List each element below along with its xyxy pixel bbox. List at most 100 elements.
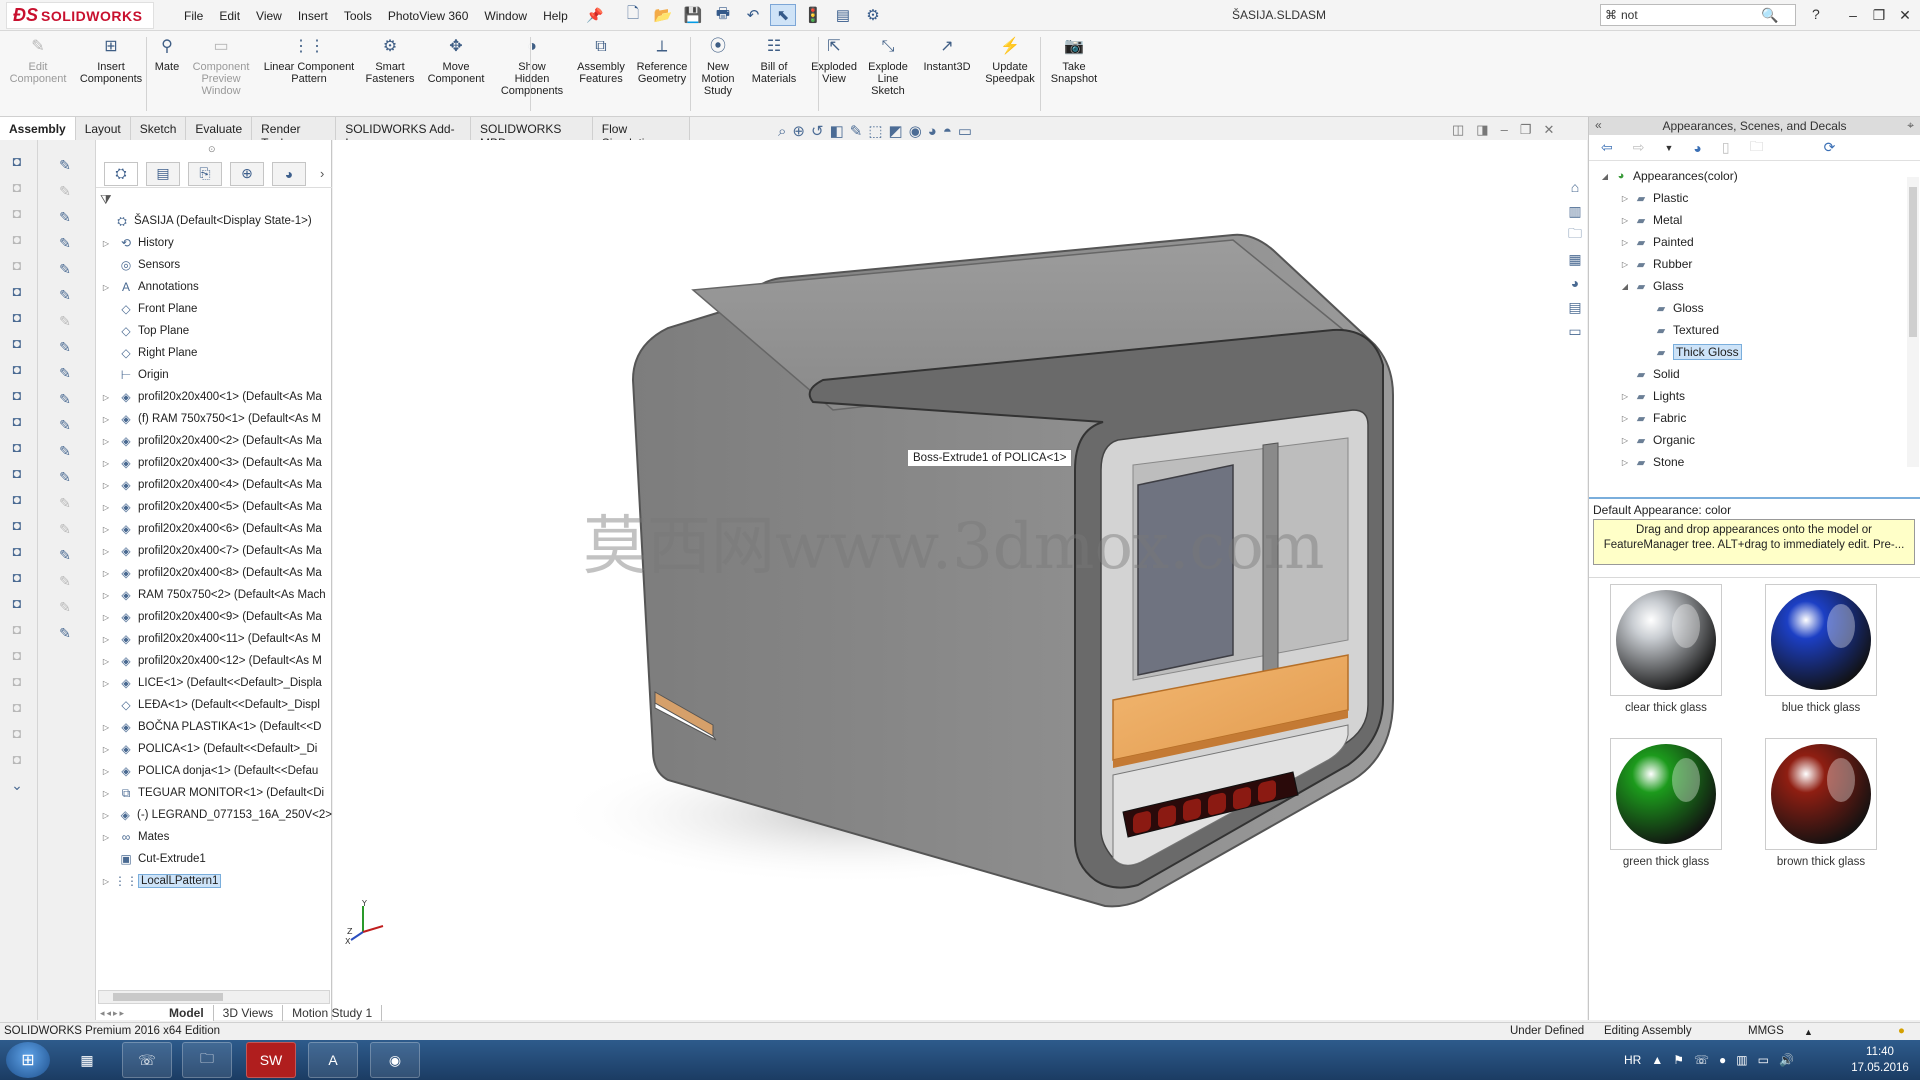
file-properties-icon[interactable]: ▤ <box>830 4 856 26</box>
appearance-tree-item[interactable]: ▷ ▰ Rubber <box>1619 255 1692 273</box>
appearance-tree-item[interactable]: ◢ ▰ Glass <box>1619 277 1684 295</box>
file-explorer-taskbar-icon[interactable]: 🗀 <box>182 1042 232 1078</box>
hole-callout-icon[interactable]: ✎ <box>54 466 76 488</box>
view-settings-icon[interactable]: ▭ <box>958 122 972 140</box>
expand-arrow-icon[interactable]: ▷ <box>100 657 112 666</box>
rebuild-icon[interactable]: ◘ <box>6 488 28 510</box>
rebuild-icon[interactable]: 🚦 <box>800 4 826 26</box>
speedpak-button[interactable]: ⚡ Update Speedpak <box>975 35 1045 86</box>
expand-arrow-icon[interactable]: ▷ <box>100 481 112 490</box>
hide-show-items-icon[interactable]: ◉ <box>909 122 922 140</box>
tree-item[interactable]: ▷ ◈ BOČNA PLASTIKA<1> (Default<<D <box>96 718 332 736</box>
tree-item[interactable]: ▷ ◈ profil20x20x400<2> (Default<As Ma <box>96 432 332 450</box>
chevron-down-icon[interactable]: ⌄ <box>6 774 28 796</box>
rotate-icon[interactable]: ◘ <box>6 202 28 224</box>
appearance-tree-item[interactable]: ▷ ▰ Stone <box>1619 453 1684 467</box>
expand-arrow-icon[interactable]: ▷ <box>100 833 112 842</box>
bottom-tab-model[interactable]: Model <box>160 1005 214 1021</box>
display-icon[interactable]: ◘ <box>6 436 28 458</box>
expand-arrow-icon[interactable]: ▷ <box>1619 260 1631 269</box>
chevron-down-icon[interactable]: ▼ <box>1664 143 1673 153</box>
mate-button[interactable]: ⚲ Mate <box>147 35 187 74</box>
view-orientation-icon[interactable]: ⬚ <box>868 122 882 140</box>
expand-arrow-icon[interactable]: ▷ <box>100 613 112 622</box>
save-icon[interactable]: 💾 <box>680 4 706 26</box>
appearance-tree-item[interactable]: ▷ ▰ Metal <box>1619 211 1682 229</box>
datum-target-icon[interactable]: ✎ <box>54 440 76 462</box>
tree-item[interactable]: ▷ ◈ profil20x20x400<11> (Default<As M <box>96 630 332 648</box>
scrollbar-thumb[interactable] <box>113 993 223 1001</box>
antivirus-tray-icon[interactable]: ● <box>1719 1053 1726 1067</box>
expand-arrow-icon[interactable]: ▷ <box>100 745 112 754</box>
rebuild-status-icon[interactable]: ● <box>1898 1025 1905 1037</box>
scrollbar-thumb[interactable] <box>1909 187 1917 337</box>
bottom-tab-motion-study-1[interactable]: Motion Study 1 <box>283 1005 383 1021</box>
expand-arrow-icon[interactable]: ▷ <box>100 415 112 424</box>
tree-item[interactable]: ◇ Right Plane <box>96 344 332 362</box>
expand-arrow-icon[interactable]: ▷ <box>100 459 112 468</box>
open-icon[interactable]: 📂 <box>650 4 676 26</box>
tree-item[interactable]: ⊢ Origin <box>96 366 332 384</box>
forward-arrow-icon[interactable]: ⇨ <box>1633 139 1645 156</box>
viewport-restore-icon[interactable]: ❐ <box>1520 122 1532 138</box>
expand-arrow-icon[interactable]: ▷ <box>100 635 112 644</box>
appearance-tree-item[interactable]: ▷ ▰ Organic <box>1619 431 1695 449</box>
search-icon[interactable]: 🔍 <box>1759 7 1781 24</box>
weld-symbol-icon[interactable]: ✎ <box>54 362 76 384</box>
bom-button[interactable]: ☷ Bill of Materials <box>744 35 804 86</box>
appearance-swatch[interactable]: green thick glass <box>1601 738 1731 868</box>
viewport-split-icon[interactable]: ◨ <box>1476 122 1488 138</box>
tab-layout[interactable]: Layout <box>76 117 131 140</box>
tree-item[interactable]: ▣ Cut-Extrude1 <box>96 850 332 868</box>
tree-item[interactable]: ▷ ◈ profil20x20x400<9> (Default<As Ma <box>96 608 332 626</box>
measure-icon[interactable]: ◘ <box>6 280 28 302</box>
status-units[interactable]: MMGS <box>1748 1025 1784 1037</box>
expand-arrow-icon[interactable]: ▷ <box>100 525 112 534</box>
tree-item[interactable]: ▷ ◈ profil20x20x400<5> (Default<As Ma <box>96 498 332 516</box>
expand-arrow-icon[interactable]: ▷ <box>1619 414 1631 423</box>
resources-home-icon[interactable]: ⌂ <box>1564 176 1586 198</box>
expand-arrow-icon[interactable]: ▷ <box>1619 194 1631 203</box>
revision-icon[interactable]: ✎ <box>54 492 76 514</box>
expand-arrow-icon[interactable]: ▷ <box>100 547 112 556</box>
add-folder-icon[interactable]: 🗀 <box>1750 136 1764 160</box>
tab-render-tools[interactable]: Render Tools <box>252 117 337 150</box>
viewport-close-icon[interactable]: ✕ <box>1543 122 1554 138</box>
smart-dimension-icon[interactable]: ✎ <box>54 154 76 176</box>
dynamic-annotation-icon[interactable]: ✎ <box>850 122 863 140</box>
menu-view[interactable]: View <box>248 9 290 23</box>
taskbar-clock[interactable]: 11:40 17.05.2016 <box>1848 1044 1912 1076</box>
linear-pattern-button[interactable]: ⋮⋮ Linear Component Pattern <box>259 35 359 86</box>
tree-item[interactable]: ▷ ◈ POLICA<1> (Default<<Default>_Di <box>96 740 332 758</box>
close-icon[interactable]: ✕ <box>1894 4 1916 26</box>
units-chevron-up-icon[interactable]: ▲ <box>1804 1027 1813 1037</box>
pane-divider[interactable] <box>1589 497 1920 499</box>
calculator-icon[interactable]: ▦ <box>62 1042 112 1078</box>
appearance-ball-icon[interactable]: ◕ <box>1693 140 1701 156</box>
tree-item[interactable]: ◇ Top Plane <box>96 322 332 340</box>
decal-icon[interactable]: ◘ <box>6 644 28 666</box>
tree-item[interactable]: ▷ ◈ profil20x20x400<8> (Default<As Ma <box>96 564 332 582</box>
appearance-tree-item[interactable]: ▰ Textured <box>1639 321 1719 339</box>
snapshot-button[interactable]: 📷 Take Snapshot <box>1044 35 1104 86</box>
expand-arrow-icon[interactable]: ▷ <box>100 877 112 886</box>
expand-arrow-icon[interactable]: ▷ <box>100 569 112 578</box>
zoom-icon[interactable]: ◘ <box>6 176 28 198</box>
section-icon[interactable]: ◘ <box>6 254 28 276</box>
menu-file[interactable]: File <box>176 9 211 23</box>
geometric-tolerance-icon[interactable]: ✎ <box>54 388 76 410</box>
tab-evaluate[interactable]: Evaluate <box>186 117 253 140</box>
move-component-button[interactable]: ✥ Move Component <box>421 35 491 86</box>
expand-arrow-icon[interactable]: ▷ <box>100 503 112 512</box>
pin-icon[interactable]: ⌖ <box>1907 118 1914 133</box>
balloon-icon[interactable]: ✎ <box>54 284 76 306</box>
area-hatch-icon[interactable]: ✎ <box>54 518 76 540</box>
3d-view-icon[interactable]: ◘ <box>6 150 28 172</box>
expand-arrow-icon[interactable]: ▷ <box>100 393 112 402</box>
tree-item[interactable]: ▷ ◈ profil20x20x400<12> (Default<As M <box>96 652 332 670</box>
collapse-icon[interactable]: « <box>1595 118 1602 132</box>
reference-geometry-button[interactable]: ⟂ Reference Geometry <box>627 35 697 86</box>
expand-arrow-icon[interactable]: ▷ <box>100 789 112 798</box>
menu-tools[interactable]: Tools <box>336 9 380 23</box>
insert-components-button[interactable]: ⊞ Insert Components <box>76 35 146 86</box>
